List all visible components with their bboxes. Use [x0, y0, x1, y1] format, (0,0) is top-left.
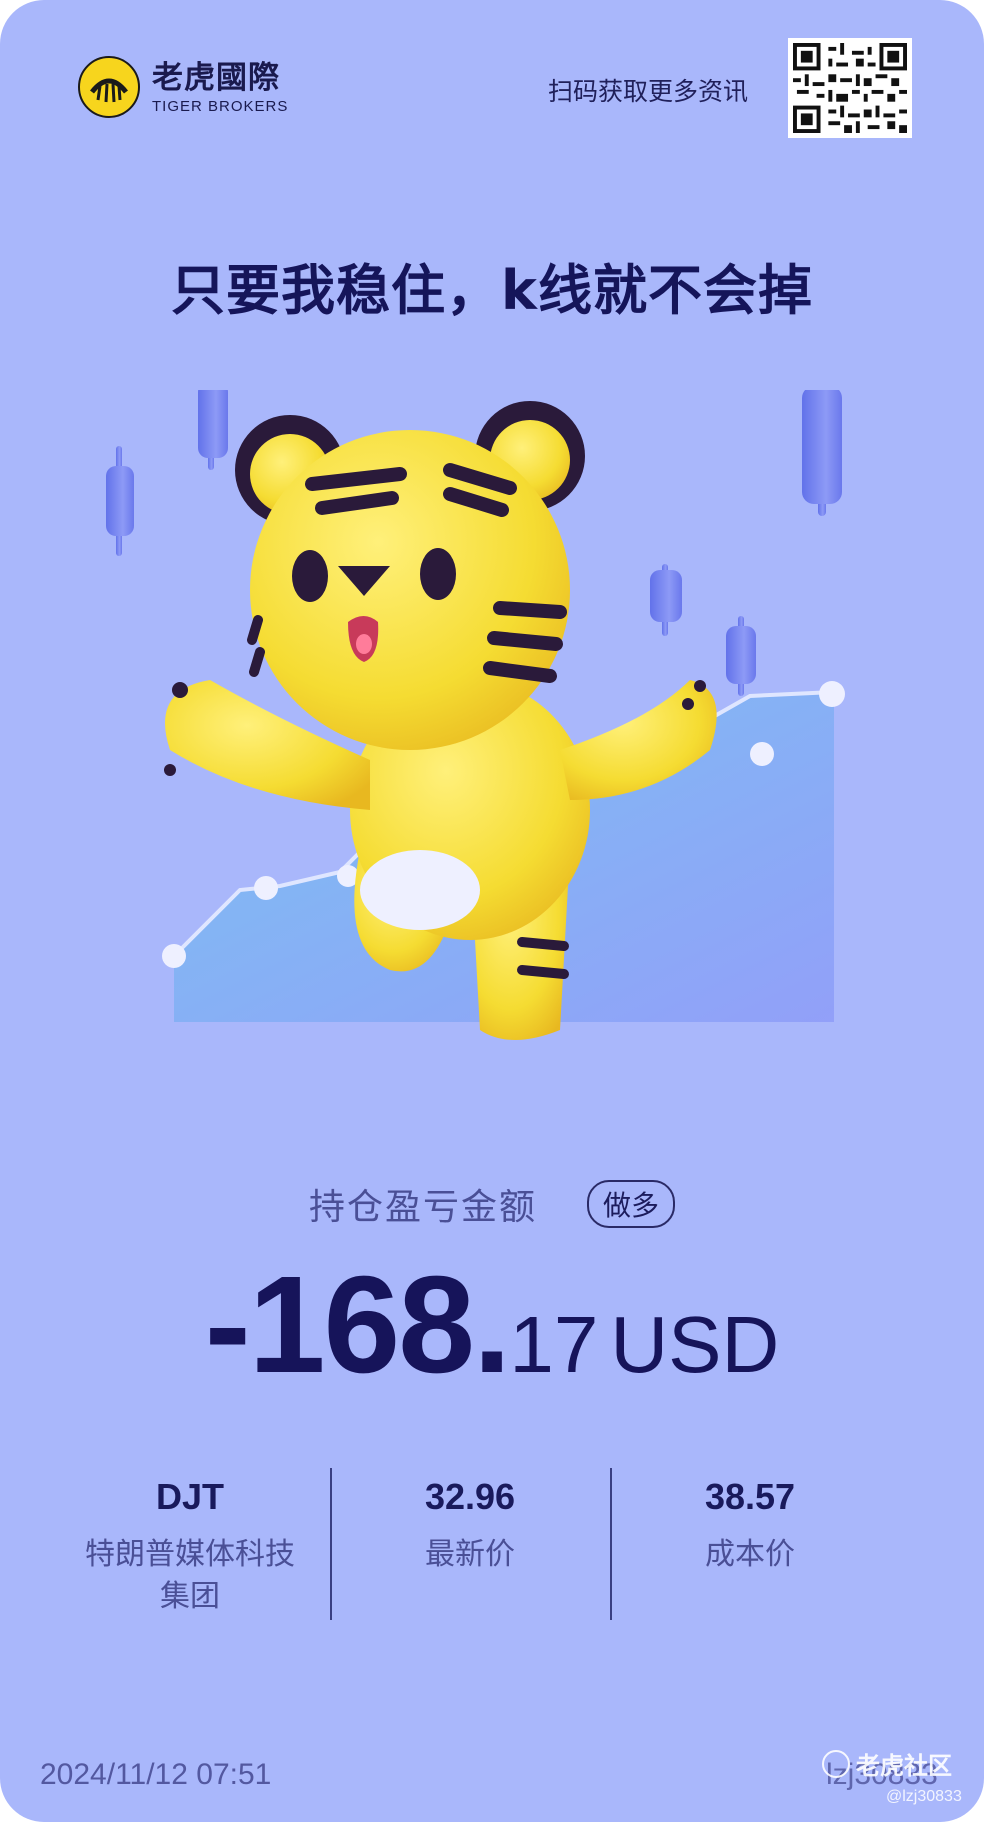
pnl-amount-integer: -168.: [204, 1248, 512, 1402]
community-watermark: 老虎社区: [822, 1746, 952, 1781]
pnl-label-row: 持仓盈亏金额 做多: [0, 1178, 984, 1230]
timestamp: 2024/11/12 07:51: [40, 1758, 272, 1791]
watermark-text: 老虎社区: [856, 1752, 952, 1780]
position-stats: DJT 特朗普媒体科技集团 32.96 最新价 38.57 成本价: [50, 1468, 890, 1620]
company-name: 特朗普媒体科技集团: [85, 1537, 295, 1614]
community-logo-icon: [822, 1749, 850, 1778]
tiger-logo-icon: [78, 56, 140, 118]
cost-price-value: 38.57: [704, 1476, 796, 1517]
brand-name-cn: 老虎國際: [152, 59, 280, 96]
scan-prompt: 扫码获取更多资讯: [548, 77, 749, 106]
tiger-mascot-candlestick-icon: [90, 370, 890, 1070]
latest-price-label: 最新价: [425, 1537, 515, 1572]
headline: 只要我稳住，k线就不会掉: [171, 259, 813, 322]
pnl-amount: -168.17 USD: [0, 1246, 984, 1405]
share-card: 老虎國際 TIGER BROKERS 扫码获取更多资讯 只要我稳住，k线就不会掉…: [0, 0, 984, 1822]
stat-ticker: DJT 特朗普媒体科技集团: [50, 1468, 330, 1620]
long-position-badge: 做多: [587, 1180, 676, 1228]
brand-logo: 老虎國際 TIGER BROKERS: [78, 56, 288, 118]
ticker-symbol: DJT: [155, 1476, 224, 1517]
stat-latest-price: 32.96 最新价: [330, 1468, 610, 1620]
stat-cost-price: 38.57 成本价: [610, 1468, 890, 1620]
pnl-label: 持仓盈亏金额: [308, 1187, 537, 1228]
latest-price-value: 32.96: [424, 1476, 516, 1517]
brand-name-en: TIGER BROKERS: [152, 97, 289, 115]
watermark-handle: @lzj30833: [886, 1788, 962, 1805]
pnl-currency: USD: [610, 1300, 780, 1389]
qr-code-icon[interactable]: [788, 38, 912, 138]
cost-price-label: 成本价: [705, 1537, 795, 1572]
pnl-amount-decimal: 17: [509, 1300, 599, 1389]
